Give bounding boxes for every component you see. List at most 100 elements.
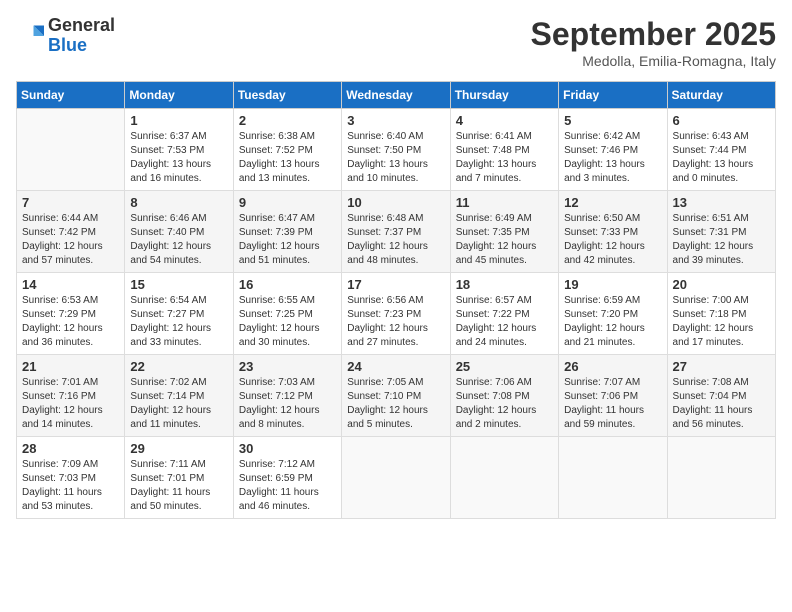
calendar-cell: 28Sunrise: 7:09 AM Sunset: 7:03 PM Dayli… <box>17 437 125 519</box>
calendar-cell: 23Sunrise: 7:03 AM Sunset: 7:12 PM Dayli… <box>233 355 341 437</box>
day-info: Sunrise: 6:53 AM Sunset: 7:29 PM Dayligh… <box>22 294 119 350</box>
calendar-cell: 17 Sunrise: 6:56 AM Sunset: 7:23 PM Dayli… <box>342 273 450 355</box>
weekday-header: Tuesday <box>233 82 341 109</box>
weekday-header: Saturday <box>667 82 775 109</box>
day-info: Sunrise: 7:11 AM Sunset: 7:01 PM Dayligh… <box>130 458 227 514</box>
day-number: 7 <box>22 195 119 210</box>
calendar-cell: 3 Sunrise: 6:40 AM Sunset: 7:50 PM Daylig… <box>342 109 450 191</box>
day-info: Sunrise: 7:12 AM Sunset: 6:59 PM Dayligh… <box>239 458 336 514</box>
logo-icon <box>16 22 44 50</box>
calendar-cell: 6 Sunrise: 6:43 AM Sunset: 7:44 PM Daylig… <box>667 109 775 191</box>
weekday-header: Monday <box>125 82 233 109</box>
day-info: Sunrise: 7:05 AM Sunset: 7:10 PM Dayligh… <box>347 376 444 432</box>
day-number: 1 <box>130 113 227 128</box>
calendar-cell: 7 Sunrise: 6:44 AM Sunset: 7:42 PM Daylig… <box>17 191 125 273</box>
day-info: Sunrise: 6:51 AM Sunset: 7:31 PM Dayligh… <box>673 212 770 268</box>
day-info: Sunrise: 6:46 AM Sunset: 7:40 PM Dayligh… <box>130 212 227 268</box>
calendar-cell: 10 Sunrise: 6:48 AM Sunset: 7:37 PM Dayli… <box>342 191 450 273</box>
day-number: 3 <box>347 113 444 128</box>
day-number: 14 <box>22 277 119 292</box>
day-info: Sunrise: 6:40 AM Sunset: 7:50 PM Dayligh… <box>347 130 444 186</box>
calendar-cell: 24 Sunrise: 7:05 AM Sunset: 7:10 PM Dayli… <box>342 355 450 437</box>
calendar-cell: 19 Sunrise: 6:59 AM Sunset: 7:20 PM Dayli… <box>559 273 667 355</box>
day-info: Sunrise: 7:06 AM Sunset: 7:08 PM Dayligh… <box>456 376 553 432</box>
day-number: 19 <box>564 277 661 292</box>
page-header: General Blue September 2025 Medolla, Emi… <box>16 16 776 69</box>
calendar-week-row: 28Sunrise: 7:09 AM Sunset: 7:03 PM Dayli… <box>17 437 776 519</box>
calendar-subtitle: Medolla, Emilia-Romagna, Italy <box>531 53 776 69</box>
day-info: Sunrise: 6:44 AM Sunset: 7:42 PM Dayligh… <box>22 212 119 268</box>
day-number: 13 <box>673 195 770 210</box>
weekday-header: Sunday <box>17 82 125 109</box>
day-info: Sunrise: 6:49 AM Sunset: 7:35 PM Dayligh… <box>456 212 553 268</box>
day-info: Sunrise: 6:37 AM Sunset: 7:53 PM Dayligh… <box>130 130 227 186</box>
day-info: Sunrise: 6:41 AM Sunset: 7:48 PM Dayligh… <box>456 130 553 186</box>
calendar-cell: 29 Sunrise: 7:11 AM Sunset: 7:01 PM Dayli… <box>125 437 233 519</box>
calendar-cell: 25 Sunrise: 7:06 AM Sunset: 7:08 PM Dayli… <box>450 355 558 437</box>
calendar-cell: 26 Sunrise: 7:07 AM Sunset: 7:06 PM Dayli… <box>559 355 667 437</box>
calendar-cell <box>450 437 558 519</box>
day-info: Sunrise: 7:08 AM Sunset: 7:04 PM Dayligh… <box>673 376 770 432</box>
day-number: 21 <box>22 359 119 374</box>
day-number: 15 <box>130 277 227 292</box>
day-info: Sunrise: 6:54 AM Sunset: 7:27 PM Dayligh… <box>130 294 227 350</box>
day-number: 24 <box>347 359 444 374</box>
day-number: 20 <box>673 277 770 292</box>
day-number: 16 <box>239 277 336 292</box>
day-number: 8 <box>130 195 227 210</box>
day-info: Sunrise: 6:59 AM Sunset: 7:20 PM Dayligh… <box>564 294 661 350</box>
day-info: Sunrise: 6:43 AM Sunset: 7:44 PM Dayligh… <box>673 130 770 186</box>
calendar-cell: 1 Sunrise: 6:37 AM Sunset: 7:53 PM Daylig… <box>125 109 233 191</box>
day-info: Sunrise: 6:47 AM Sunset: 7:39 PM Dayligh… <box>239 212 336 268</box>
day-info: Sunrise: 6:50 AM Sunset: 7:33 PM Dayligh… <box>564 212 661 268</box>
logo-text: General Blue <box>48 16 115 56</box>
calendar-cell: 11 Sunrise: 6:49 AM Sunset: 7:35 PM Dayli… <box>450 191 558 273</box>
day-info: Sunrise: 6:55 AM Sunset: 7:25 PM Dayligh… <box>239 294 336 350</box>
weekday-header: Wednesday <box>342 82 450 109</box>
day-number: 5 <box>564 113 661 128</box>
day-number: 11 <box>456 195 553 210</box>
calendar-cell: 21 Sunrise: 7:01 AM Sunset: 7:16 PM Dayli… <box>17 355 125 437</box>
day-number: 17 <box>347 277 444 292</box>
calendar-cell: 15 Sunrise: 6:54 AM Sunset: 7:27 PM Dayli… <box>125 273 233 355</box>
calendar-cell: 4 Sunrise: 6:41 AM Sunset: 7:48 PM Daylig… <box>450 109 558 191</box>
calendar-week-row: 1 Sunrise: 6:37 AM Sunset: 7:53 PM Daylig… <box>17 109 776 191</box>
day-info: Sunrise: 6:56 AM Sunset: 7:23 PM Dayligh… <box>347 294 444 350</box>
logo: General Blue <box>16 16 115 56</box>
day-number: 30 <box>239 441 336 456</box>
calendar-cell: 5 Sunrise: 6:42 AM Sunset: 7:46 PM Daylig… <box>559 109 667 191</box>
calendar-cell: 9Sunrise: 6:47 AM Sunset: 7:39 PM Daylig… <box>233 191 341 273</box>
calendar-cell: 30 Sunrise: 7:12 AM Sunset: 6:59 PM Dayli… <box>233 437 341 519</box>
weekday-header: Friday <box>559 82 667 109</box>
day-info: Sunrise: 7:00 AM Sunset: 7:18 PM Dayligh… <box>673 294 770 350</box>
calendar-table: SundayMondayTuesdayWednesdayThursdayFrid… <box>16 81 776 519</box>
day-number: 4 <box>456 113 553 128</box>
calendar-cell <box>342 437 450 519</box>
day-number: 18 <box>456 277 553 292</box>
weekday-header-row: SundayMondayTuesdayWednesdayThursdayFrid… <box>17 82 776 109</box>
calendar-cell: 18Sunrise: 6:57 AM Sunset: 7:22 PM Dayli… <box>450 273 558 355</box>
weekday-header: Thursday <box>450 82 558 109</box>
day-number: 10 <box>347 195 444 210</box>
calendar-week-row: 14 Sunrise: 6:53 AM Sunset: 7:29 PM Dayli… <box>17 273 776 355</box>
day-number: 26 <box>564 359 661 374</box>
calendar-cell: 8 Sunrise: 6:46 AM Sunset: 7:40 PM Daylig… <box>125 191 233 273</box>
calendar-cell <box>17 109 125 191</box>
calendar-cell: 27Sunrise: 7:08 AM Sunset: 7:04 PM Dayli… <box>667 355 775 437</box>
day-number: 2 <box>239 113 336 128</box>
calendar-cell: 14 Sunrise: 6:53 AM Sunset: 7:29 PM Dayli… <box>17 273 125 355</box>
calendar-week-row: 21 Sunrise: 7:01 AM Sunset: 7:16 PM Dayli… <box>17 355 776 437</box>
day-info: Sunrise: 7:01 AM Sunset: 7:16 PM Dayligh… <box>22 376 119 432</box>
calendar-cell: 22Sunrise: 7:02 AM Sunset: 7:14 PM Dayli… <box>125 355 233 437</box>
day-number: 12 <box>564 195 661 210</box>
day-info: Sunrise: 7:03 AM Sunset: 7:12 PM Dayligh… <box>239 376 336 432</box>
day-info: Sunrise: 6:48 AM Sunset: 7:37 PM Dayligh… <box>347 212 444 268</box>
day-info: Sunrise: 6:42 AM Sunset: 7:46 PM Dayligh… <box>564 130 661 186</box>
day-number: 25 <box>456 359 553 374</box>
day-number: 6 <box>673 113 770 128</box>
calendar-cell: 13 Sunrise: 6:51 AM Sunset: 7:31 PM Dayli… <box>667 191 775 273</box>
calendar-cell <box>667 437 775 519</box>
day-number: 29 <box>130 441 227 456</box>
day-info: Sunrise: 7:07 AM Sunset: 7:06 PM Dayligh… <box>564 376 661 432</box>
day-number: 22 <box>130 359 227 374</box>
